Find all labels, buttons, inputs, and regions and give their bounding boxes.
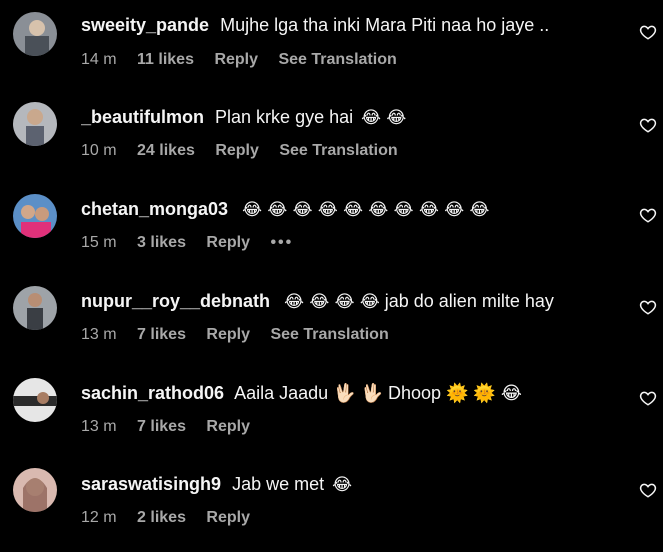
avatar[interactable]	[13, 378, 57, 422]
reply-button[interactable]: Reply	[215, 142, 259, 159]
comment-item: sweeity_pande Mujhe lga tha inki Mara Pi…	[0, 0, 663, 92]
comment-item: chetan_monga03 😂 😂 😂 😂 😂 😂 😂 😂 😂 😂 15 m …	[0, 184, 663, 276]
username[interactable]: chetan_monga03	[81, 199, 228, 219]
reply-button[interactable]: Reply	[214, 51, 258, 68]
username[interactable]: _beautifulmon	[81, 107, 204, 127]
reply-button[interactable]: Reply	[206, 234, 250, 251]
emoji: 😂 😂	[361, 108, 407, 128]
likes-count[interactable]: 7 likes	[137, 418, 186, 435]
username[interactable]: sweeity_pande	[81, 15, 209, 35]
comment-time: 12 m	[81, 509, 117, 526]
likes-count[interactable]: 2 likes	[137, 509, 186, 526]
avatar[interactable]	[13, 12, 57, 56]
reply-button[interactable]: Reply	[206, 509, 250, 526]
comment-text: Plan krke gye hai	[215, 107, 354, 127]
comment-text: jab do alien milte hay	[384, 291, 554, 311]
username[interactable]: sachin_rathod06	[81, 383, 224, 403]
reply-button[interactable]: Reply	[206, 418, 250, 435]
more-options-icon[interactable]: •••	[270, 234, 293, 251]
emoji: 😂 😂 😂 😂	[284, 292, 380, 312]
likes-count[interactable]: 24 likes	[137, 142, 195, 159]
comment-time: 14 m	[81, 51, 117, 68]
comment-time: 13 m	[81, 418, 117, 435]
emoji: 😂 😂 😂 😂 😂 😂 😂 😂 😂 😂	[242, 200, 490, 220]
see-translation-link[interactable]: See Translation	[279, 142, 397, 159]
heart-icon[interactable]	[639, 481, 657, 499]
see-translation-link[interactable]: See Translation	[278, 51, 396, 68]
heart-icon[interactable]	[639, 206, 657, 224]
comment-time: 10 m	[81, 142, 117, 159]
comment-text: Mujhe lga tha inki Mara Piti naa ho jaye…	[220, 15, 550, 35]
comment-text: Aaila Jaadu 🖖🏻 🖖🏻 Dhoop 🌞 🌞 😂	[234, 383, 522, 403]
username[interactable]: nupur__roy__debnath	[81, 291, 270, 311]
comment-item: _beautifulmon Plan krke gye hai 😂 😂 10 m…	[0, 92, 663, 184]
likes-count[interactable]: 11 likes	[137, 51, 194, 68]
comment-item: saraswatisingh9 Jab we met 😂 12 m 2 like…	[0, 460, 663, 552]
heart-icon[interactable]	[639, 23, 657, 41]
heart-icon[interactable]	[639, 116, 657, 134]
heart-icon[interactable]	[639, 389, 657, 407]
likes-count[interactable]: 7 likes	[137, 326, 186, 343]
avatar[interactable]	[13, 286, 57, 330]
emoji: 😂	[332, 475, 353, 495]
comment-time: 13 m	[81, 326, 117, 343]
reply-button[interactable]: Reply	[206, 326, 250, 343]
comment-text: Jab we met	[232, 474, 325, 494]
avatar[interactable]	[13, 468, 57, 512]
heart-icon[interactable]	[639, 298, 657, 316]
username[interactable]: saraswatisingh9	[81, 474, 221, 494]
avatar[interactable]	[13, 102, 57, 146]
comment-item: nupur__roy__debnath 😂 😂 😂 😂 jab do alien…	[0, 276, 663, 368]
avatar[interactable]	[13, 194, 57, 238]
likes-count[interactable]: 3 likes	[137, 234, 186, 251]
see-translation-link[interactable]: See Translation	[270, 326, 388, 343]
comment-item: sachin_rathod06 Aaila Jaadu 🖖🏻 🖖🏻 Dhoop …	[0, 368, 663, 460]
comment-time: 15 m	[81, 234, 117, 251]
